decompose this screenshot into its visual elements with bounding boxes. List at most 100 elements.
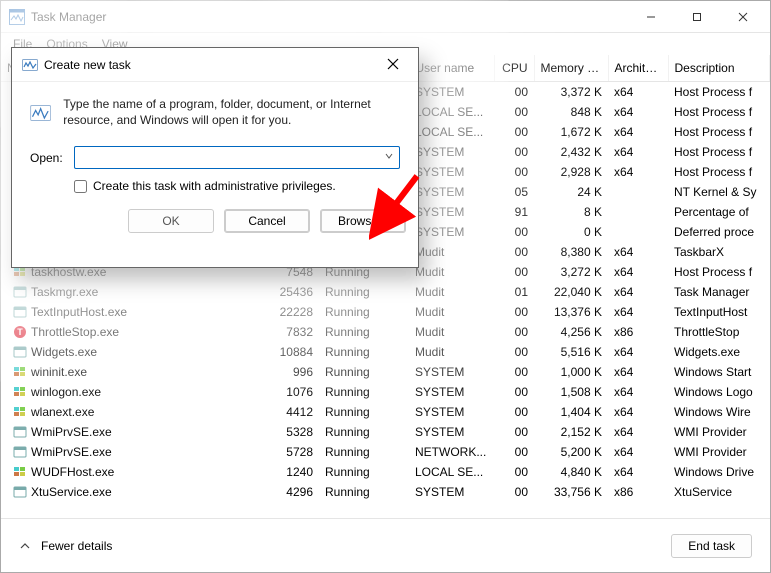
browse-button[interactable]: Browse... — [320, 209, 406, 233]
cell-pid: 1076 — [266, 382, 319, 402]
cell-desc: Percentage of — [668, 202, 770, 222]
table-row[interactable]: wininit.exe996RunningSYSTEM001,000 Kx64W… — [1, 362, 770, 382]
table-row[interactable]: WUDFHost.exe1240RunningLOCAL SE...004,84… — [1, 462, 770, 482]
cell-cpu: 00 — [494, 162, 534, 182]
cell-user: SYSTEM — [409, 482, 494, 502]
col-desc[interactable]: Description — [668, 55, 770, 82]
run-icon — [22, 57, 38, 73]
process-icon — [13, 465, 27, 479]
cell-arch: x64 — [608, 362, 668, 382]
cell-mem: 2,432 K — [534, 142, 608, 162]
cell-cpu: 00 — [494, 302, 534, 322]
admin-label: Create this task with administrative pri… — [93, 179, 336, 193]
minimize-button[interactable] — [628, 2, 674, 32]
ok-button[interactable]: OK — [128, 209, 214, 233]
process-icon — [13, 425, 27, 439]
cell-arch: x64 — [608, 122, 668, 142]
table-row[interactable]: Widgets.exe10884RunningMudit005,516 Kx64… — [1, 342, 770, 362]
cell-status: Running — [319, 322, 409, 342]
cell-arch: x86 — [608, 322, 668, 342]
table-row[interactable]: winlogon.exe1076RunningSYSTEM001,508 Kx6… — [1, 382, 770, 402]
chevron-down-icon[interactable] — [383, 152, 395, 163]
table-row[interactable]: TThrottleStop.exe7832RunningMudit004,256… — [1, 322, 770, 342]
cell-mem: 2,152 K — [534, 422, 608, 442]
cell-cpu: 00 — [494, 142, 534, 162]
cell-pid: 4296 — [266, 482, 319, 502]
cell-arch: x64 — [608, 262, 668, 282]
cell-user: Mudit — [409, 302, 494, 322]
table-row[interactable]: wlanext.exe4412RunningSYSTEM001,404 Kx64… — [1, 402, 770, 422]
col-cpu[interactable]: CPU — [494, 55, 534, 82]
cell-user: Mudit — [409, 262, 494, 282]
dialog-message: Type the name of a program, folder, docu… — [63, 96, 400, 130]
cell-mem: 1,508 K — [534, 382, 608, 402]
process-name: XtuService.exe — [31, 485, 112, 499]
cell-desc: TextInputHost — [668, 302, 770, 322]
cell-desc: NT Kernel & Sy — [668, 182, 770, 202]
table-row[interactable]: WmiPrvSE.exe5728RunningNETWORK...005,200… — [1, 442, 770, 462]
admin-checkbox[interactable] — [74, 180, 87, 193]
process-name: WmiPrvSE.exe — [31, 445, 112, 459]
process-name: WUDFHost.exe — [31, 465, 114, 479]
cell-desc: Windows Logo — [668, 382, 770, 402]
cell-desc: Task Manager — [668, 282, 770, 302]
cell-desc: TaskbarX — [668, 242, 770, 262]
process-name: wlanext.exe — [31, 405, 94, 419]
cell-arch: x64 — [608, 342, 668, 362]
col-user[interactable]: User name — [409, 55, 494, 82]
process-icon — [13, 285, 27, 299]
cell-user: LOCAL SE... — [409, 462, 494, 482]
footer: Fewer details End task — [1, 518, 770, 572]
cell-mem: 13,376 K — [534, 302, 608, 322]
cell-arch: x64 — [608, 462, 668, 482]
dialog-close-button[interactable] — [378, 57, 408, 73]
svg-text:T: T — [17, 327, 23, 337]
cell-user: Mudit — [409, 322, 494, 342]
table-row[interactable]: WmiPrvSE.exe5328RunningSYSTEM002,152 Kx6… — [1, 422, 770, 442]
process-name: TextInputHost.exe — [31, 305, 127, 319]
cell-arch: x64 — [608, 382, 668, 402]
table-row[interactable]: TextInputHost.exe22228RunningMudit0013,3… — [1, 302, 770, 322]
cell-cpu: 00 — [494, 122, 534, 142]
cell-pid: 5328 — [266, 422, 319, 442]
open-combobox[interactable] — [74, 146, 400, 169]
cell-cpu: 91 — [494, 202, 534, 222]
cell-mem: 1,000 K — [534, 362, 608, 382]
process-name: wininit.exe — [31, 365, 87, 379]
process-icon — [13, 365, 27, 379]
cell-desc: Windows Wire — [668, 402, 770, 422]
table-row[interactable]: Taskmgr.exe25436RunningMudit0122,040 Kx6… — [1, 282, 770, 302]
cell-desc: ThrottleStop — [668, 322, 770, 342]
open-input[interactable] — [79, 151, 383, 165]
cell-cpu: 00 — [494, 342, 534, 362]
close-icon — [387, 58, 399, 70]
cell-desc: Host Process f — [668, 82, 770, 102]
cell-user: SYSTEM — [409, 162, 494, 182]
process-name: ThrottleStop.exe — [31, 325, 119, 339]
fewer-details-button[interactable]: Fewer details — [19, 539, 112, 553]
cell-status: Running — [319, 422, 409, 442]
cell-user: SYSTEM — [409, 202, 494, 222]
close-button[interactable] — [720, 2, 766, 32]
cell-arch — [608, 182, 668, 202]
cell-arch: x64 — [608, 402, 668, 422]
cell-pid: 7832 — [266, 322, 319, 342]
cell-mem: 4,840 K — [534, 462, 608, 482]
cell-user: NETWORK... — [409, 442, 494, 462]
col-mem[interactable]: Memory (a... — [534, 55, 608, 82]
open-label: Open: — [30, 151, 66, 165]
end-task-button[interactable]: End task — [671, 534, 752, 558]
table-row[interactable]: XtuService.exe4296RunningSYSTEM0033,756 … — [1, 482, 770, 502]
cell-arch: x64 — [608, 82, 668, 102]
process-name: winlogon.exe — [31, 385, 101, 399]
cell-status: Running — [319, 442, 409, 462]
cell-mem: 3,272 K — [534, 262, 608, 282]
maximize-button[interactable] — [674, 2, 720, 32]
cancel-button[interactable]: Cancel — [224, 209, 310, 233]
col-arch[interactable]: Archite... — [608, 55, 668, 82]
cell-desc: Widgets.exe — [668, 342, 770, 362]
cell-mem: 22,040 K — [534, 282, 608, 302]
cell-user: Mudit — [409, 242, 494, 262]
cell-desc: WMI Provider — [668, 422, 770, 442]
cell-mem: 8 K — [534, 202, 608, 222]
